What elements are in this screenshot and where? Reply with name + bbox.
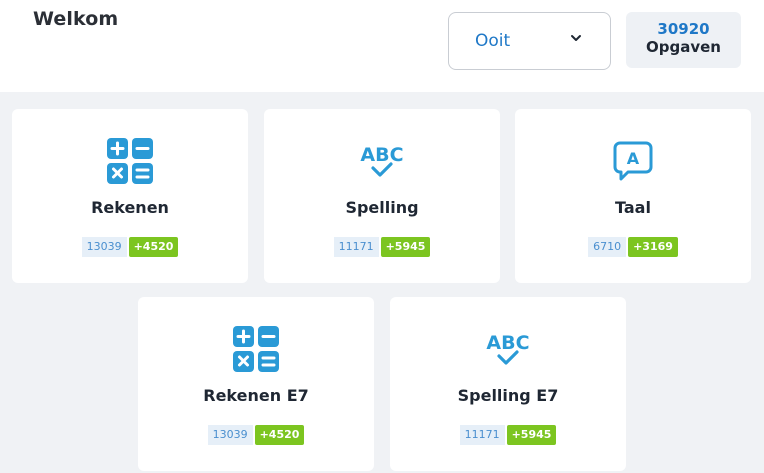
- exercise-count-badge: 13039: [207, 425, 253, 445]
- exercise-delta-badge: +4520: [254, 425, 305, 445]
- exercise-count-badge: 11171: [333, 237, 379, 257]
- subject-title: Rekenen: [91, 198, 169, 217]
- period-selected-value: Ooit: [475, 31, 511, 51]
- exercise-count-badge: 11171: [459, 425, 505, 445]
- exercise-delta-badge: +3169: [628, 237, 678, 257]
- chevron-down-icon: [571, 35, 581, 41]
- exercise-count-badge: 6710: [588, 237, 627, 257]
- exercise-delta-badge: +5945: [380, 237, 431, 257]
- total-exercises-count: 30920: [657, 20, 710, 38]
- subject-stats: 6710 +3169: [515, 237, 751, 257]
- svg-text:A: A: [627, 149, 640, 168]
- subject-title: Spelling: [345, 198, 419, 217]
- subject-title: Rekenen E7: [203, 386, 309, 405]
- subject-stats: 11171 +5945: [390, 425, 626, 445]
- subject-title: Taal: [615, 198, 651, 217]
- subject-title: Spelling E7: [457, 386, 559, 405]
- total-exercises-badge: 30920 Opgaven: [626, 12, 741, 68]
- abc-check-icon: ABC: [360, 144, 404, 177]
- total-exercises-label: Opgaven: [646, 38, 721, 56]
- exercise-delta-badge: +4520: [128, 237, 179, 257]
- calculator-icon: [107, 138, 153, 184]
- period-dropdown[interactable]: Ooit: [448, 12, 611, 70]
- page-header: Welkom Ooit 30920 Opgaven: [0, 0, 764, 92]
- subject-grid: Rekenen 13039 +4520 ABC Spelling 11171 +59…: [0, 92, 764, 473]
- speech-bubble-a-icon: A: [613, 141, 653, 181]
- subject-card-rekenen-e7[interactable]: Rekenen E7 13039 +4520: [138, 297, 374, 471]
- abc-check-icon: ABC: [486, 332, 530, 365]
- subject-card-rekenen[interactable]: Rekenen 13039 +4520: [12, 109, 248, 283]
- subject-stats: 13039 +4520: [12, 237, 248, 257]
- svg-text:ABC: ABC: [486, 332, 529, 354]
- subject-card-spelling-e7[interactable]: ABC Spelling E7 11171 +5945: [390, 297, 626, 471]
- exercise-count-badge: 13039: [81, 237, 127, 257]
- subject-stats: 11171 +5945: [264, 237, 500, 257]
- exercise-delta-badge: +5945: [506, 425, 557, 445]
- subject-card-spelling[interactable]: ABC Spelling 11171 +5945: [264, 109, 500, 283]
- subject-stats: 13039 +4520: [138, 425, 374, 445]
- calculator-icon: [233, 326, 279, 372]
- page-title: Welkom: [33, 8, 119, 30]
- subject-card-taal[interactable]: A Taal 6710 +3169: [515, 109, 751, 283]
- svg-text:ABC: ABC: [360, 144, 403, 166]
